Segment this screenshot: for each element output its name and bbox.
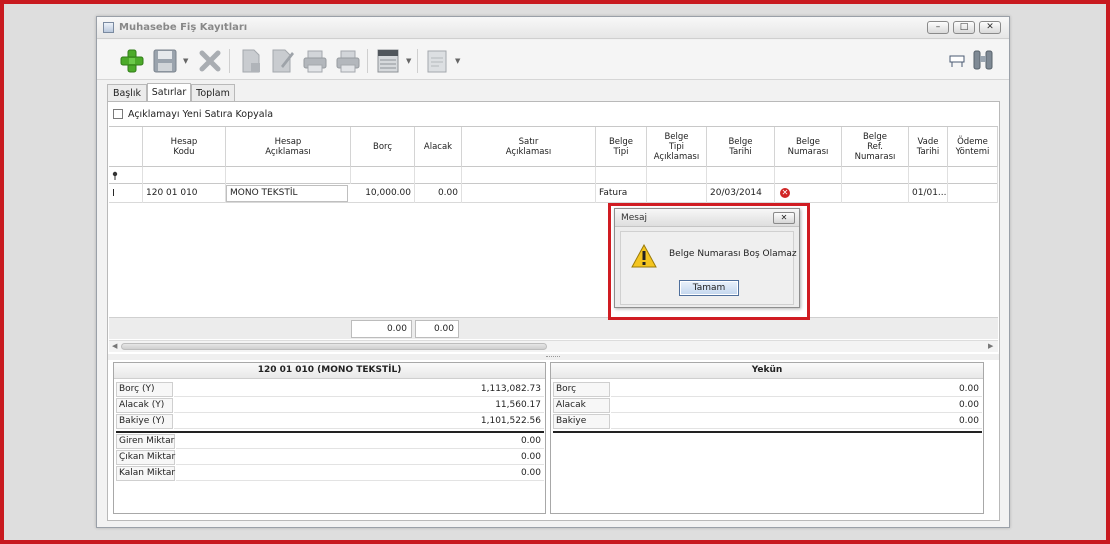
maximize-button[interactable]: □ xyxy=(953,21,975,34)
satirlar-panel: Açıklamayı Yeni Satıra Kopyala Hesap Kod… xyxy=(107,101,1000,521)
grid-totals-row: 0.00 0.00 xyxy=(109,317,998,339)
column-header-odeme-yontemi[interactable]: Ödeme Yöntemi xyxy=(948,127,998,167)
dialog-title-bar: Mesaj ✕ xyxy=(615,209,799,227)
column-header-satir-aciklamasi[interactable]: Satır Açıklaması xyxy=(462,127,596,167)
cell-belge-ref-numarasi[interactable] xyxy=(842,184,909,203)
filter-pin-icon xyxy=(112,171,118,180)
template-dropdown-caret[interactable]: ▼ xyxy=(455,57,461,65)
toolbar: ▼ ▼ ▼ xyxy=(97,40,1009,80)
window-title: Muhasebe Fiş Kayıtları xyxy=(119,22,248,33)
cell-belge-tarihi[interactable]: 20/03/2014 xyxy=(707,184,775,203)
cell-alacak[interactable]: 0.00 xyxy=(415,184,462,203)
cell-satir-aciklamasi[interactable] xyxy=(462,184,596,203)
save-dropdown-caret[interactable]: ▼ xyxy=(183,57,189,65)
template-icon[interactable] xyxy=(424,48,450,74)
x-icon[interactable] xyxy=(197,48,223,74)
horizontal-scrollbar[interactable]: ◀ ▶ xyxy=(109,340,998,352)
column-header-vade-tarihi[interactable]: Vade Tarihi xyxy=(909,127,948,167)
dialog-body: Belge Numarası Boş Olamaz Tamam xyxy=(620,231,797,305)
edit-document-icon[interactable] xyxy=(269,48,295,74)
dialog-message: Belge Numarası Boş Olamaz xyxy=(669,249,797,259)
layout-icon[interactable] xyxy=(949,54,965,68)
cell-vade-tarihi[interactable]: 01/01... xyxy=(909,184,948,203)
column-header-hesap-aciklamasi[interactable]: Hesap Açıklaması xyxy=(226,127,351,167)
list-item: Kalan Miktar 0.00 xyxy=(114,466,545,482)
total-borc: 0.00 xyxy=(351,320,412,338)
tab-satirlar[interactable]: Satırlar xyxy=(147,83,191,102)
column-header-belge-tarihi[interactable]: Belge Tarihi xyxy=(707,127,775,167)
scroll-left-icon[interactable]: ◀ xyxy=(112,341,117,352)
scroll-right-icon[interactable]: ▶ xyxy=(988,341,993,352)
list-item: Alacak 0.00 xyxy=(551,398,983,414)
column-header-hesap-kodu[interactable]: Hesap Kodu xyxy=(143,127,226,167)
tab-toplam[interactable]: Toplam xyxy=(191,84,235,102)
warning-icon xyxy=(631,244,657,268)
title-bar: Muhasebe Fiş Kayıtları – □ ✕ xyxy=(97,17,1009,39)
floppy-disk-icon[interactable] xyxy=(152,48,178,74)
scrollbar-thumb[interactable] xyxy=(121,343,547,350)
tab-baslik[interactable]: Başlık xyxy=(107,84,147,102)
total-panel-title: Yekün xyxy=(551,363,983,379)
cell-odeme-yontemi[interactable] xyxy=(948,184,998,203)
list-item: Alacak (Y) 11,560.17 xyxy=(114,398,545,414)
binoculars-icon[interactable] xyxy=(971,48,995,72)
list-item: Giren Miktar 0.00 xyxy=(114,434,545,450)
copy-description-checkbox[interactable] xyxy=(113,109,123,119)
column-header-borc[interactable]: Borç xyxy=(351,127,415,167)
list-item: Bakiye 0.00 xyxy=(551,414,983,430)
column-header-belge-tipi-aciklamasi[interactable]: Belge Tipi Açıklaması xyxy=(647,127,707,167)
export-dropdown-caret[interactable]: ▼ xyxy=(406,57,412,65)
total-summary-panel: Yekün Borç 0.00 Alacak 0.00 Bakiye 0.00 xyxy=(550,362,984,514)
row-indicator-header xyxy=(109,127,143,167)
cell-hesap-aciklamasi[interactable]: MONO TEKSTİL xyxy=(226,185,348,202)
table-row[interactable]: I 120 01 010 MONO TEKSTİL 10,000.00 0.00… xyxy=(109,184,998,203)
error-icon: ✕ xyxy=(780,188,790,198)
column-header-belge-numarasi[interactable]: Belge Numarası xyxy=(775,127,842,167)
ok-button[interactable]: Tamam xyxy=(679,280,739,296)
message-dialog: Mesaj ✕ Belge Numarası Boş Olamaz Tamam xyxy=(614,208,800,308)
printer-icon[interactable] xyxy=(302,48,328,74)
minimize-button[interactable]: – xyxy=(927,21,949,34)
list-item: Borç (Y) 1,113,082.73 xyxy=(114,382,545,398)
cell-belge-tipi[interactable]: Fatura xyxy=(596,184,647,203)
row-edit-cursor-icon: I xyxy=(109,184,143,203)
list-item: Borç 0.00 xyxy=(551,382,983,398)
main-window: Muhasebe Fiş Kayıtları – □ ✕ ▼ ▼ ▼ Başlı… xyxy=(96,16,1010,528)
total-alacak: 0.00 xyxy=(415,320,459,338)
plus-icon[interactable] xyxy=(119,48,145,74)
grid-header: Hesap Kodu Hesap Açıklaması Borç Alacak … xyxy=(109,127,998,167)
cell-borc[interactable]: 10,000.00 xyxy=(351,184,415,203)
list-item: Çıkan Miktar 0.00 xyxy=(114,450,545,466)
cell-hesap-kodu[interactable]: 120 01 010 xyxy=(143,184,226,203)
account-summary-panel: 120 01 010 (MONO TEKSTİL) Borç (Y) 1,113… xyxy=(113,362,546,514)
column-header-belge-tipi[interactable]: Belge Tipi xyxy=(596,127,647,167)
account-panel-title: 120 01 010 (MONO TEKSTİL) xyxy=(114,363,545,379)
panel-splitter[interactable] xyxy=(108,354,999,360)
grid-filter-row[interactable] xyxy=(109,167,998,184)
app-icon xyxy=(103,22,114,33)
dialog-close-button[interactable]: ✕ xyxy=(773,212,795,224)
list-item: Bakiye (Y) 1,101,522.56 xyxy=(114,414,545,430)
document-icon[interactable] xyxy=(237,48,263,74)
spreadsheet-icon[interactable] xyxy=(375,48,401,74)
close-button[interactable]: ✕ xyxy=(979,21,1001,34)
copy-description-label: Açıklamayı Yeni Satıra Kopyala xyxy=(128,109,274,120)
dialog-title: Mesaj xyxy=(621,213,648,223)
column-header-alacak[interactable]: Alacak xyxy=(415,127,462,167)
printer-icon[interactable] xyxy=(335,48,361,74)
cell-belge-numarasi[interactable]: ✕ xyxy=(775,184,842,203)
cell-belge-tipi-aciklamasi[interactable] xyxy=(647,184,707,203)
column-header-belge-ref-numarasi[interactable]: Belge Ref. Numarası xyxy=(842,127,909,167)
